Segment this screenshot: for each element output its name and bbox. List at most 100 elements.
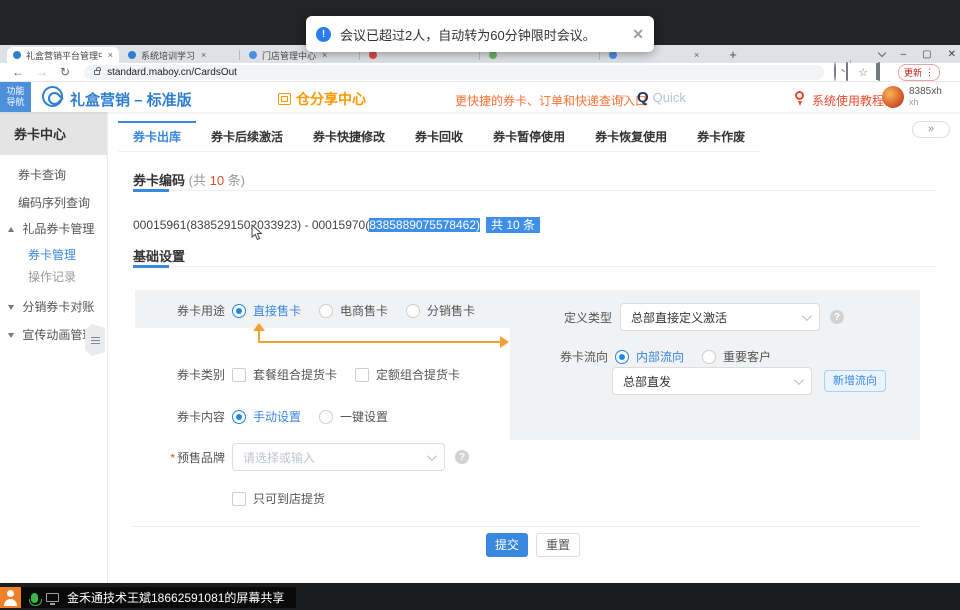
flow-select-row: 总部直发 新增流向 <box>612 367 886 395</box>
tab-suspend-use[interactable]: 券卡暂停使用 <box>478 121 580 151</box>
card-codes-title: 券卡编码 (共 10 条) <box>133 170 245 189</box>
app-logo-icon <box>42 86 63 107</box>
help-icon[interactable]: ? <box>830 310 844 324</box>
screen-share-icon <box>46 593 59 602</box>
checkbox-fixed-amount-combo[interactable] <box>355 368 369 382</box>
favicon <box>128 51 136 59</box>
collapse-button[interactable]: » <box>912 121 950 138</box>
mouse-cursor-icon <box>251 224 263 241</box>
section-divider <box>133 190 935 191</box>
favicon <box>249 51 257 59</box>
checkbox-package-combo[interactable] <box>232 368 246 382</box>
share-icon[interactable] <box>846 63 848 81</box>
chrome-update-button[interactable]: 更新 ⋮ <box>898 64 940 81</box>
window-minimize-button[interactable]: – <box>901 49 907 60</box>
zoom-icon[interactable] <box>834 63 836 81</box>
card-content-row: 券卡内容 手动设置 一键设置 <box>135 408 406 425</box>
warehouse-icon <box>278 93 291 105</box>
sidebar-item-card-management[interactable]: 券卡管理 <box>28 246 76 263</box>
flow-select[interactable]: 总部直发 <box>612 367 812 395</box>
tab-quick-modify[interactable]: 券卡快捷修改 <box>298 121 400 151</box>
screen-share-text: 金禾通技术王斌18662591081的屏幕共享 <box>67 589 284 606</box>
tab-resume-use[interactable]: 券卡恢复使用 <box>580 121 682 151</box>
chevron-down-icon <box>427 451 437 461</box>
sidebar-item-card-query[interactable]: 券卡查询 <box>18 166 66 183</box>
sidebar-group-gift-card-mgmt[interactable]: 礼品券卡管理 <box>8 220 94 237</box>
radio-ecommerce-sale[interactable] <box>319 304 333 318</box>
toast-close-icon[interactable]: ✕ <box>632 26 644 43</box>
sidebar-collapse-handle[interactable] <box>85 324 105 356</box>
help-icon[interactable]: ? <box>455 450 469 464</box>
add-flow-button[interactable]: 新增流向 <box>824 370 886 392</box>
code-count: 10 <box>210 173 224 188</box>
radio-important-customer[interactable] <box>702 350 716 364</box>
window-chevron-icon[interactable] <box>877 48 885 56</box>
main-content: 券卡出库 券卡后续激活 券卡快捷修改 券卡回收 券卡暂停使用 券卡恢复使用 券卡… <box>108 112 960 583</box>
browser-tab-active[interactable]: 礼盒营销平台管理中心 × <box>7 47 119 63</box>
code-range-row[interactable]: 00015961(8385291502033923) - 00015970(83… <box>133 216 540 233</box>
quick-search-link[interactable]: Q Quick <box>637 89 686 106</box>
section-divider <box>133 266 935 267</box>
radio-one-click-setting[interactable] <box>319 410 333 424</box>
favicon <box>489 51 497 59</box>
tab-card-void[interactable]: 券卡作废 <box>682 121 760 151</box>
chevron-down-icon <box>794 375 804 385</box>
sidebar-title: 券卡中心 <box>0 112 107 155</box>
radio-direct-sale[interactable] <box>232 304 246 318</box>
favicon <box>13 51 21 59</box>
store-only-row: 只可到店提货 <box>232 490 343 507</box>
bookmark-star-icon[interactable]: ☆ <box>858 66 868 79</box>
url-text[interactable]: standard.maboy.cn/CardsOut <box>107 67 237 78</box>
sidebar-group-promo-animation[interactable]: 宣传动画管理 <box>8 326 94 343</box>
tab-close-icon[interactable]: × <box>694 50 699 60</box>
menu-dots-icon: ⋮ <box>925 67 934 78</box>
card-category-row: 券卡类别 套餐组合提货卡 定额组合提货卡 <box>135 366 478 383</box>
meeting-toast: ! 会议已超过2人，自动转为60分钟限时会议。 ✕ <box>306 16 654 52</box>
screen: 礼盒营销平台管理中心 × 系统培训学习 × 门店管理中心 × × + <box>0 0 960 610</box>
card-action-tabs: 券卡出库 券卡后续激活 券卡快捷修改 券卡回收 券卡暂停使用 券卡恢复使用 券卡… <box>118 121 760 152</box>
back-icon[interactable]: ← <box>12 65 24 79</box>
submit-button[interactable]: 提交 <box>486 533 528 557</box>
quick-logo-icon: Q <box>637 89 649 106</box>
presale-brand-select[interactable]: 请选择或输入 <box>232 443 445 471</box>
info-icon: ! <box>316 27 331 42</box>
arrow-horizontal <box>258 341 501 343</box>
tab-close-icon[interactable]: × <box>108 50 113 60</box>
tab-cards-out[interactable]: 券卡出库 <box>118 121 196 151</box>
bottom-strip: 金禾通技术王斌18662591081的屏幕共享 <box>0 583 960 610</box>
window-close-button[interactable]: ✕ <box>948 49 956 60</box>
basic-settings-title: 基础设置 <box>133 246 185 265</box>
new-tab-button[interactable]: + <box>726 48 740 62</box>
caret-up-icon <box>8 227 14 232</box>
checkbox-store-pickup-only[interactable] <box>232 492 246 506</box>
sidebar-item-operation-records[interactable]: 操作记录 <box>28 268 76 285</box>
sidebar-item-code-sequence-query[interactable]: 编码序列查询 <box>18 194 90 211</box>
tab-title: 系统培训学习 <box>141 49 195 62</box>
tab-close-icon[interactable]: × <box>201 50 206 60</box>
app-header: 功能 导航 礼盒营销 – 标准版 仓分享中心 更快捷的券卡、订单和快递查询入口 … <box>0 82 960 112</box>
share-center-link[interactable]: 仓分享中心 <box>278 89 366 109</box>
forward-icon[interactable]: → <box>36 65 48 79</box>
radio-distribution-sale[interactable] <box>406 304 420 318</box>
radio-manual-setting[interactable] <box>232 410 246 424</box>
location-pin-icon <box>795 91 804 100</box>
toast-message: 会议已超过2人，自动转为60分钟限时会议。 <box>340 25 596 44</box>
card-usage-row: 券卡用途 直接售卡 电商售卡 分销售卡 <box>135 302 493 319</box>
tutorial-link[interactable]: 系统使用教程 <box>812 92 884 109</box>
window-maximize-button[interactable]: ▢ <box>922 49 931 60</box>
function-nav-button[interactable]: 功能 导航 <box>0 82 31 112</box>
refresh-icon[interactable]: ↻ <box>60 65 70 79</box>
tab-follow-up-activation[interactable]: 券卡后续激活 <box>196 121 298 151</box>
radio-internal-flow[interactable] <box>615 350 629 364</box>
address-bar[interactable]: standard.maboy.cn/CardsOut <box>84 65 824 80</box>
define-type-select[interactable]: 总部直接定义激活 <box>620 303 820 331</box>
tab-card-recycle[interactable]: 券卡回收 <box>400 121 478 151</box>
favicon <box>609 51 617 59</box>
reset-button[interactable]: 重置 <box>536 533 580 557</box>
side-panel-icon[interactable] <box>878 63 880 81</box>
sidebar-group-distribution-reconcile[interactable]: 分销券卡对账 <box>8 298 94 315</box>
browser-tab[interactable]: 系统培训学习 × <box>122 47 236 63</box>
sidebar: 券卡中心 券卡查询 编码序列查询 礼品券卡管理 券卡管理 操作记录 分销券卡对账… <box>0 112 108 583</box>
hamburger-icon <box>91 337 100 344</box>
user-avatar[interactable] <box>882 86 904 108</box>
